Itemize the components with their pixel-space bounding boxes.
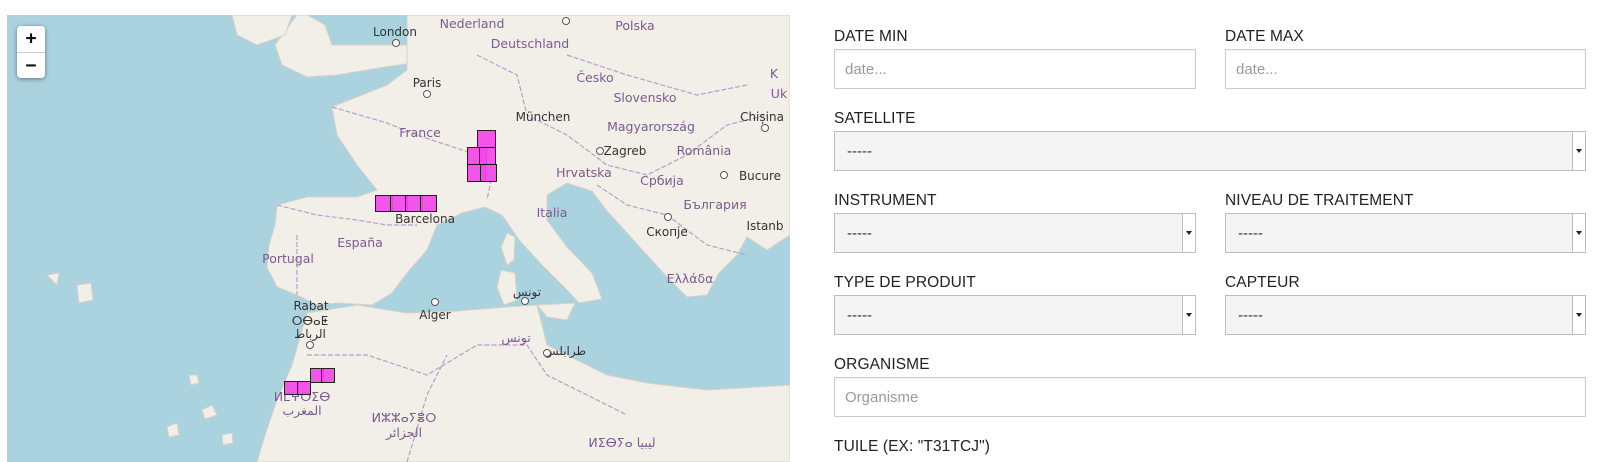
capteur-select[interactable]: ----- bbox=[1225, 295, 1586, 335]
chevron-down-icon[interactable] bbox=[1572, 296, 1585, 334]
city-dot-tripoli bbox=[543, 349, 551, 357]
label-tunis: تونس bbox=[512, 285, 542, 299]
map-tile[interactable] bbox=[420, 195, 437, 212]
label-romania: România bbox=[676, 142, 732, 158]
satellite-field: SATELLITE ----- bbox=[834, 109, 1586, 171]
organisme-label: ORGANISME bbox=[834, 356, 930, 373]
niveau-value: ----- bbox=[1238, 225, 1263, 242]
tuile-label: TUILE (EX: "T31TCJ") bbox=[834, 438, 990, 455]
label-slovensko: Slovensko bbox=[613, 89, 677, 105]
chevron-down-icon[interactable] bbox=[1182, 214, 1195, 252]
map-tile[interactable] bbox=[479, 147, 496, 165]
label-magyarorszag: Magyarország bbox=[607, 118, 695, 134]
zoom-in-button[interactable]: + bbox=[17, 26, 45, 52]
label-chisina: Chișina bbox=[740, 110, 784, 124]
type-produit-label: TYPE DE PRODUIT bbox=[834, 274, 976, 291]
capteur-value: ----- bbox=[1238, 307, 1263, 324]
type-produit-select[interactable]: ----- bbox=[834, 295, 1196, 335]
tuile-field: TUILE (EX: "T31TCJ") bbox=[834, 437, 1586, 457]
label-nederland: Nederland bbox=[439, 15, 505, 31]
label-libya: ⵍⵉⴱⵢⴰ ليبيا bbox=[588, 434, 656, 450]
label-dzayer-ar: الجزائر bbox=[385, 424, 423, 440]
label-srbija: Србија bbox=[640, 172, 684, 188]
label-barcelona: Barcelona bbox=[395, 212, 455, 226]
capteur-label: CAPTEUR bbox=[1225, 274, 1300, 291]
map-tile[interactable] bbox=[321, 368, 335, 383]
niveau-label: NIVEAU DE TRAITEMENT bbox=[1225, 192, 1414, 209]
label-rabat-tifinagh: ⵔⴱⴰⵟ bbox=[291, 314, 329, 328]
label-rabat-ar: الرباط bbox=[294, 327, 326, 341]
label-maghrib-ar: المغرب bbox=[282, 402, 322, 418]
chevron-down-icon[interactable] bbox=[1182, 296, 1195, 334]
label-italia: Italia bbox=[536, 204, 568, 220]
satellite-label: SATELLITE bbox=[834, 110, 916, 127]
label-hrvatska: Hrvatska bbox=[556, 164, 612, 180]
date-max-field: DATE MAX bbox=[1225, 27, 1586, 89]
label-tounes: تونس bbox=[501, 329, 531, 345]
date-min-field: DATE MIN bbox=[834, 27, 1196, 89]
city-dot-rabat bbox=[306, 341, 314, 349]
city-dot-tunis bbox=[521, 297, 529, 305]
type-produit-field: TYPE DE PRODUIT ----- bbox=[834, 273, 1196, 335]
instrument-field: INSTRUMENT ----- bbox=[834, 191, 1196, 253]
chevron-down-icon[interactable] bbox=[1572, 214, 1585, 252]
label-london: London bbox=[373, 25, 417, 39]
city-dot-bucharest bbox=[720, 171, 728, 179]
satellite-select[interactable]: ----- bbox=[834, 131, 1586, 171]
type-produit-value: ----- bbox=[847, 307, 872, 324]
label-deutschland: Deutschland bbox=[490, 35, 570, 51]
capteur-field: CAPTEUR ----- bbox=[1225, 273, 1586, 335]
search-form: DATE MIN DATE MAX SATELLITE ----- INSTRU… bbox=[834, 0, 1586, 462]
niveau-select[interactable]: ----- bbox=[1225, 213, 1586, 253]
city-dot-london bbox=[392, 39, 400, 47]
label-rabat: Rabat bbox=[293, 299, 329, 313]
map-tile[interactable] bbox=[477, 130, 496, 148]
zoom-out-button[interactable]: − bbox=[17, 52, 45, 78]
label-ellada: Ελλάδα bbox=[666, 270, 714, 286]
city-dot-paris bbox=[423, 90, 431, 98]
label-espana: España bbox=[337, 234, 383, 250]
label-polska: Polska bbox=[615, 17, 655, 33]
label-portugal: Portugal bbox=[262, 250, 314, 266]
label-balgariya: България bbox=[683, 196, 747, 212]
city-dot-alger bbox=[431, 298, 439, 306]
instrument-value: ----- bbox=[847, 225, 872, 242]
label-cesko: Česko bbox=[576, 69, 614, 85]
label-france: France bbox=[399, 124, 441, 140]
date-max-input[interactable] bbox=[1225, 49, 1586, 89]
zoom-control: + − bbox=[17, 26, 45, 78]
city-dot-berlin bbox=[562, 17, 570, 25]
label-dzayer-tifinagh: ⵍⵣⵣⴰⵢⴻⵔ bbox=[371, 409, 437, 425]
map-tile[interactable] bbox=[297, 381, 311, 395]
label-istanb: Istanb bbox=[746, 219, 784, 233]
label-skopje: Скопје bbox=[646, 225, 688, 239]
map-tile[interactable] bbox=[480, 164, 497, 182]
organisme-field: ORGANISME bbox=[834, 355, 1586, 417]
satellite-value: ----- bbox=[847, 143, 872, 160]
niveau-field: NIVEAU DE TRAITEMENT ----- bbox=[1225, 191, 1586, 253]
map-view[interactable]: Nederland Polska London Deutschland Česk… bbox=[7, 15, 790, 462]
label-alger: Alger bbox=[419, 308, 451, 322]
label-edge-k: K bbox=[769, 65, 779, 81]
instrument-select[interactable]: ----- bbox=[834, 213, 1196, 253]
organisme-input[interactable] bbox=[834, 377, 1586, 417]
city-dot-skopje bbox=[664, 213, 672, 221]
label-bucure: Bucure bbox=[738, 169, 782, 183]
date-max-label: DATE MAX bbox=[1225, 28, 1304, 45]
instrument-label: INSTRUMENT bbox=[834, 192, 937, 209]
date-min-input[interactable] bbox=[834, 49, 1196, 89]
label-paris: Paris bbox=[412, 76, 442, 90]
city-dot-chisinau bbox=[761, 124, 769, 132]
date-min-label: DATE MIN bbox=[834, 28, 908, 45]
label-edge-u: Uk bbox=[770, 85, 788, 101]
label-munchen: München bbox=[515, 110, 571, 124]
chevron-down-icon[interactable] bbox=[1572, 132, 1585, 170]
label-zagreb: Zagreb bbox=[603, 144, 647, 158]
